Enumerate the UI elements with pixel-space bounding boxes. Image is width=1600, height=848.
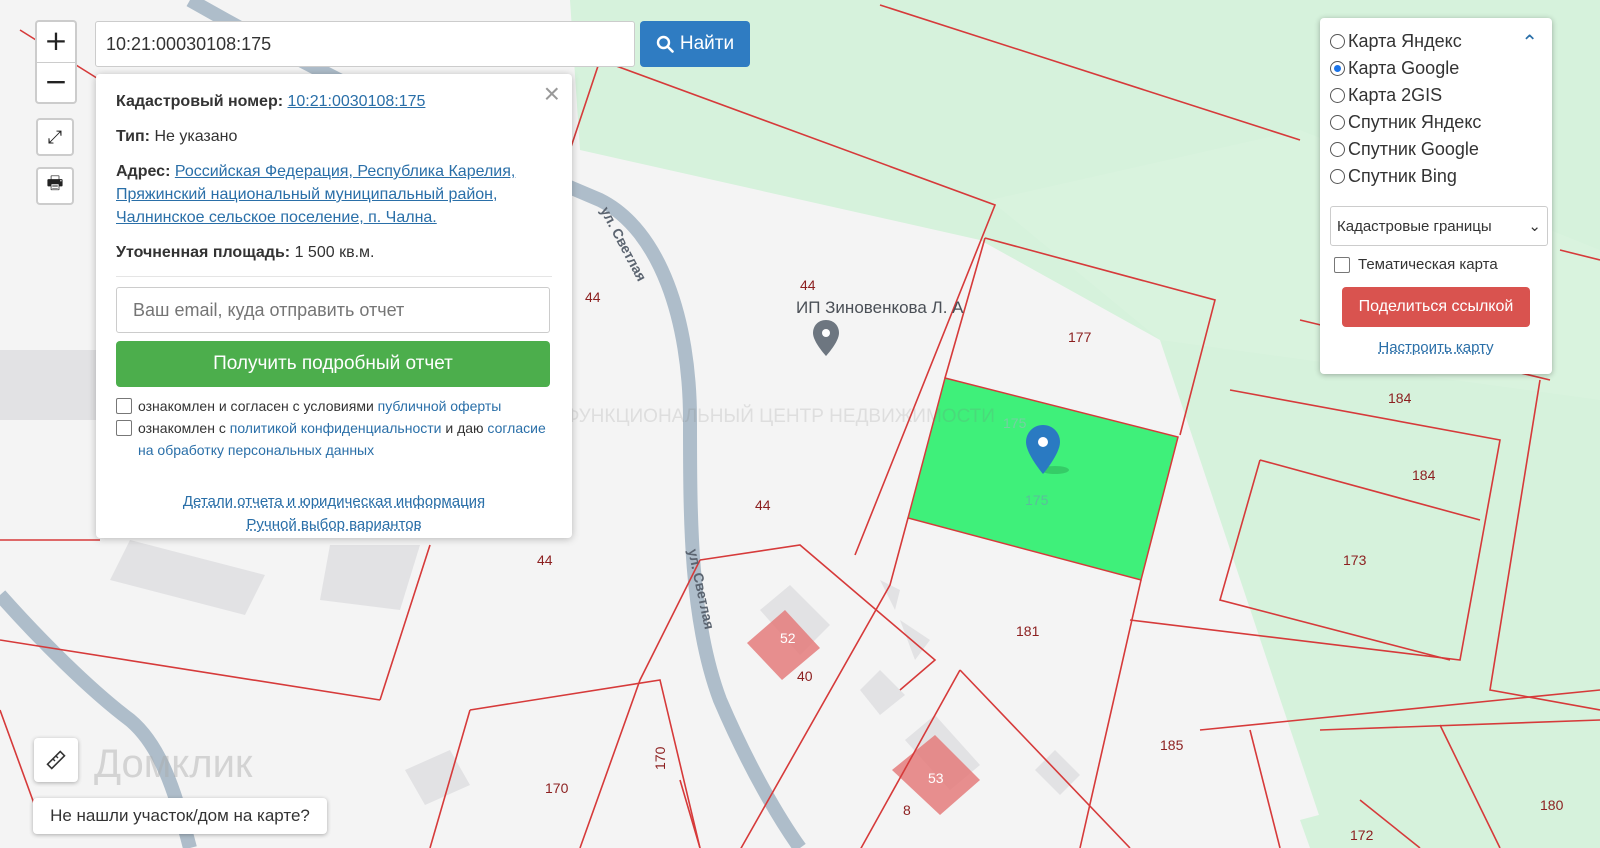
poi-label: ИП Зиновенкова Л. А: [796, 298, 964, 317]
consent-privacy-text: ознакомлен с политикой конфиденциальност…: [138, 417, 552, 461]
radio-2gis-map[interactable]: [1330, 88, 1345, 103]
area-label: Уточненная площадь:: [116, 244, 291, 261]
zoom-in-button[interactable]: +: [37, 22, 75, 62]
chevron-down-icon: ⌄: [1528, 217, 1541, 235]
parcel-label: 8: [903, 802, 911, 818]
layer-option-label: Карта 2GIS: [1348, 85, 1443, 105]
layer-option-label: Карта Google: [1348, 58, 1460, 78]
parcel-label: 44: [537, 552, 553, 568]
address-link[interactable]: Российская Федерация, Республика Карелия…: [116, 163, 515, 226]
parcel-label: 180: [1540, 797, 1564, 813]
get-report-button[interactable]: Получить подробный отчет: [116, 341, 550, 387]
parcel-label: 173: [1343, 552, 1367, 568]
consent-privacy-row: ознакомлен с политикой конфиденциальност…: [116, 417, 552, 461]
consent-offer-row: ознакомлен и согласен с условиями публич…: [116, 395, 552, 417]
parcel-label: 170: [652, 746, 668, 770]
radio-google-satellite[interactable]: [1330, 142, 1345, 157]
privacy-policy-link[interactable]: политикой конфиденциальности: [230, 420, 442, 436]
divider: [116, 276, 552, 277]
close-icon[interactable]: ×: [544, 78, 560, 110]
consent-privacy-mid: и даю: [445, 420, 484, 436]
layer-option-google-satellite[interactable]: Спутник Google: [1330, 136, 1542, 163]
overlay-select-value: Кадастровые границы: [1337, 217, 1492, 235]
cadastral-row: Кадастровый номер: 10:21:0030108:175: [116, 90, 552, 113]
consent-offer-label: ознакомлен и согласен с условиями: [138, 398, 374, 414]
cadastral-label: Кадастровый номер:: [116, 93, 284, 110]
area-value: 1 500: [294, 244, 335, 261]
ruler-button[interactable]: [34, 738, 78, 782]
parcel-label: 53: [928, 770, 944, 786]
area-row: Уточненная площадь: 1 500 кв.м.: [116, 241, 552, 264]
parcel-label: 184: [1412, 467, 1436, 483]
layer-option-label: Карта Яндекс: [1348, 31, 1462, 51]
parcel-label: 177: [1068, 329, 1092, 345]
setup-map-link[interactable]: Настроить карту: [1330, 339, 1542, 356]
parcel-label: 172: [1350, 827, 1374, 843]
fullscreen-button[interactable]: ⤢: [36, 118, 74, 156]
thematic-map-row[interactable]: Тематическая карта: [1330, 256, 1542, 273]
not-found-button[interactable]: Не нашли участок/дом на карте?: [33, 798, 327, 834]
share-link-button[interactable]: Поделиться ссылкой: [1342, 287, 1530, 327]
radio-google-map[interactable]: [1330, 61, 1345, 76]
parcel-label: 40: [797, 668, 813, 684]
search-icon: [656, 35, 674, 53]
consent-offer-text: ознакомлен и согласен с условиями публич…: [138, 395, 501, 417]
overlay-select[interactable]: Кадастровые границы ⌄: [1330, 206, 1548, 246]
parcel-label: 181: [1016, 623, 1040, 639]
address-row: Адрес: Российская Федерация, Республика …: [116, 160, 552, 229]
parcel-label: 175: [1003, 415, 1027, 431]
email-field[interactable]: [116, 287, 550, 333]
type-value: Не указано: [154, 128, 238, 145]
layer-option-google-map[interactable]: Карта Google: [1330, 55, 1542, 82]
consent-privacy-checkbox[interactable]: [116, 420, 132, 436]
parcel-label: 175: [1025, 492, 1049, 508]
radio-yandex-map[interactable]: [1330, 34, 1345, 49]
search-input[interactable]: [95, 21, 635, 67]
thematic-map-label: Тематическая карта: [1358, 256, 1498, 273]
layer-panel: ⌃ Карта Яндекс Карта Google Карта 2GIS С…: [1320, 18, 1552, 374]
parcel-label: 44: [585, 289, 601, 305]
parcel-label: 52: [780, 630, 796, 646]
printer-icon: 🖶: [46, 173, 64, 194]
layer-option-label: Спутник Bing: [1348, 166, 1457, 186]
area-unit: кв.м.: [339, 244, 375, 261]
layer-option-2gis-map[interactable]: Карта 2GIS: [1330, 82, 1542, 109]
chevron-up-icon[interactable]: ⌃: [1521, 30, 1538, 54]
layer-option-label: Спутник Google: [1348, 139, 1479, 159]
consent-offer-checkbox[interactable]: [116, 398, 132, 414]
thematic-map-checkbox[interactable]: [1334, 256, 1350, 273]
report-details-link[interactable]: Детали отчета и юридическая информация: [116, 493, 552, 510]
print-button[interactable]: 🖶: [36, 167, 74, 205]
parcel-info-popup: × Кадастровый номер: 10:21:0030108:175 Т…: [96, 74, 572, 538]
type-row: Тип: Не указано: [116, 125, 552, 148]
public-offer-link[interactable]: публичной оферты: [378, 398, 502, 414]
parcel-label: 184: [1388, 390, 1412, 406]
search-button-label: Найти: [679, 33, 735, 54]
zoom-out-button[interactable]: −: [37, 62, 75, 102]
radio-yandex-satellite[interactable]: [1330, 115, 1345, 130]
consent-privacy-label: ознакомлен с: [138, 420, 226, 436]
type-label: Тип:: [116, 128, 150, 145]
expand-icon: ⤢: [47, 126, 63, 148]
parcel-label: 44: [755, 497, 771, 513]
layer-option-yandex-satellite[interactable]: Спутник Яндекс: [1330, 109, 1542, 136]
parcel-label: 170: [545, 780, 569, 796]
radio-bing-satellite[interactable]: [1330, 169, 1345, 184]
watermark-text: ФУНКЦИОНАЛЬНЫЙ ЦЕНТР НЕДВИЖИМОСТИ: [565, 405, 995, 427]
layer-option-label: Спутник Яндекс: [1348, 112, 1482, 132]
ruler-icon: [46, 750, 66, 770]
parcel-label: 44: [800, 277, 816, 293]
parcel-label: 185: [1160, 737, 1184, 753]
layer-option-bing-satellite[interactable]: Спутник Bing: [1330, 163, 1542, 190]
layer-option-yandex-map[interactable]: Карта Яндекс: [1330, 28, 1542, 55]
manual-selection-link[interactable]: Ручной выбор вариантов: [116, 516, 552, 533]
address-label: Адрес:: [116, 163, 171, 180]
zoom-control: + −: [35, 20, 77, 104]
search-button[interactable]: Найти: [640, 21, 750, 67]
cadastral-number-link[interactable]: 10:21:0030108:175: [288, 93, 426, 110]
